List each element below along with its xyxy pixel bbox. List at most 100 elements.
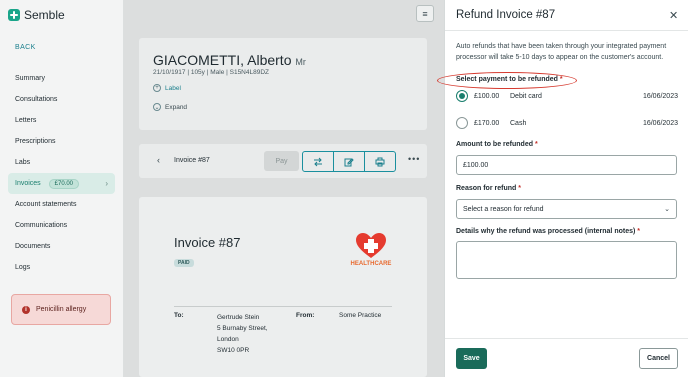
info-icon: i (22, 305, 30, 314)
close-icon[interactable]: ✕ (669, 9, 678, 22)
payment-method: Cash (510, 119, 527, 127)
sidebar-item-label: Prescriptions (15, 138, 56, 145)
semble-logo-icon (8, 9, 20, 21)
expand-text: Expand (165, 103, 188, 111)
reason-placeholder: Select a reason for refund (463, 205, 544, 213)
swap-arrows-icon (314, 157, 322, 166)
to-label: To: (174, 312, 184, 319)
edit-button[interactable] (334, 152, 365, 171)
radio-unselected[interactable] (456, 117, 468, 129)
drawer-footer-divider (445, 338, 688, 339)
payment-date: 16/06/2023 (642, 119, 678, 127)
required-marker: * (637, 228, 641, 235)
reason-label: Reason for refund * (456, 185, 521, 192)
sidebar-item-logs[interactable]: Logs (8, 257, 115, 278)
more-options-icon[interactable]: ••• (408, 154, 420, 164)
sidebar-item-communications[interactable]: Communications (8, 215, 115, 236)
toolbar-invoice-title: Invoice #87 (174, 157, 210, 164)
sidebar-item-label: Labs (15, 159, 31, 166)
sidebar-item-letters[interactable]: Letters (8, 110, 115, 131)
payment-option[interactable]: £170.00 Cash 16/06/2023 (456, 116, 678, 130)
invoice-toolbar: ‹ Invoice #87 Pay ••• (139, 144, 427, 178)
cancel-button[interactable]: Cancel (639, 348, 678, 369)
sidebar-nav: Summary Consultations Letters Prescripti… (8, 68, 115, 278)
printer-icon (375, 157, 385, 166)
hamburger-icon: ≡ (422, 8, 428, 19)
address-line: Gertrude Stein (217, 314, 260, 321)
heart-cross-icon (356, 233, 386, 259)
to-address: Gertrude Stein 5 Burnaby Street, London … (217, 312, 268, 356)
sidebar-item-label: Documents (15, 243, 51, 250)
sidebar-item-label: Consultations (15, 96, 58, 103)
sidebar-item-summary[interactable]: Summary (8, 68, 115, 89)
add-label-button[interactable]: + Label (153, 84, 181, 92)
required-marker: * (534, 141, 538, 148)
reason-label-text: Reason for refund (456, 185, 517, 192)
invoice-action-group (302, 151, 396, 172)
refund-notes-textarea[interactable] (456, 241, 677, 279)
menu-button[interactable]: ≡ (416, 5, 434, 22)
pay-button[interactable]: Pay (264, 151, 299, 171)
payment-amount: £100.00 (474, 92, 500, 100)
expand-button[interactable]: ⌄ Expand (153, 103, 187, 111)
details-label-text: Details why the refund was processed (in… (456, 228, 636, 235)
sidebar-item-account-statements[interactable]: Account statements (8, 194, 115, 215)
patient-name-row: GIACOMETTI, Alberto Mr (153, 52, 306, 68)
address-line: SW10 0PR (217, 347, 250, 354)
drawer-header-divider (445, 30, 688, 31)
sidebar-item-prescriptions[interactable]: Prescriptions (8, 131, 115, 152)
payment-amount: £170.00 (474, 119, 500, 127)
sidebar-item-label: Summary (15, 75, 45, 82)
sidebar: Semble BACK Summary Consultations Letter… (0, 0, 124, 377)
sidebar-item-labs[interactable]: Labs (8, 152, 115, 173)
sidebar-item-label: Invoices (15, 180, 41, 187)
sidebar-item-label: Logs (15, 264, 31, 271)
chevron-left-icon[interactable]: ‹ (157, 155, 160, 165)
drawer-title: Refund Invoice #87 (456, 9, 556, 21)
allergy-alert[interactable]: i Penicillin allergy (11, 294, 111, 325)
amount-label-text: Amount to be refunded (456, 141, 533, 148)
back-link[interactable]: BACK (15, 44, 36, 51)
sidebar-item-label: Communications (15, 222, 68, 229)
payment-date: 16/06/2023 (642, 92, 678, 100)
address-line: 5 Burnaby Street, (217, 325, 268, 332)
refund-reason-select[interactable]: Select a reason for refund ⌄ (456, 199, 677, 219)
payment-option[interactable]: £100.00 Debit card 16/06/2023 (456, 89, 678, 103)
save-button[interactable]: Save (456, 348, 487, 369)
patient-meta: 21/10/1917 | 105y | Male | S15N4L89DZ (153, 69, 270, 76)
sidebar-item-label: Account statements (15, 201, 77, 208)
add-label-text: Label (165, 84, 181, 92)
healthcare-logo: HEALTHCARE (349, 233, 393, 267)
refund-button[interactable] (303, 152, 334, 171)
invoice-title: Invoice #87 (174, 235, 241, 250)
print-button[interactable] (365, 152, 395, 171)
amount-label: Amount to be refunded * (456, 141, 538, 148)
from-label: From: (296, 312, 315, 319)
radio-selected[interactable] (456, 90, 468, 102)
address-line: London (217, 336, 239, 343)
app-logo[interactable]: Semble (8, 8, 65, 22)
patient-title: Mr (295, 57, 306, 67)
brand-part-2: CARE (374, 261, 392, 267)
refund-drawer: Refund Invoice #87 ✕ Auto refunds that h… (437, 0, 688, 377)
details-label: Details why the refund was processed (in… (456, 228, 640, 235)
brand-part-1: HEALTH (350, 261, 375, 267)
payment-method: Debit card (510, 92, 542, 100)
healthcare-brand-text: HEALTHCARE (349, 261, 393, 267)
invoice-divider (174, 306, 392, 307)
app-name: Semble (24, 8, 65, 22)
refund-amount-input[interactable]: £100.00 (456, 155, 677, 175)
invoices-balance-badge: £70.00 (48, 179, 79, 189)
sidebar-item-label: Letters (15, 117, 37, 124)
required-marker: * (518, 185, 521, 192)
drawer-description: Auto refunds that have been taken throug… (456, 43, 667, 61)
patient-name: GIACOMETTI, Alberto (153, 52, 292, 68)
edit-icon (344, 157, 354, 166)
sidebar-item-consultations[interactable]: Consultations (8, 89, 115, 110)
plus-circle-icon: + (153, 84, 161, 92)
chevron-down-circle-icon: ⌄ (153, 103, 161, 111)
invoice-status-badge: PAID (174, 259, 194, 267)
sidebar-item-documents[interactable]: Documents (8, 236, 115, 257)
sidebar-item-invoices[interactable]: Invoices £70.00 › (8, 173, 115, 194)
select-payment-label-text: Select payment to be refunded (456, 76, 558, 83)
